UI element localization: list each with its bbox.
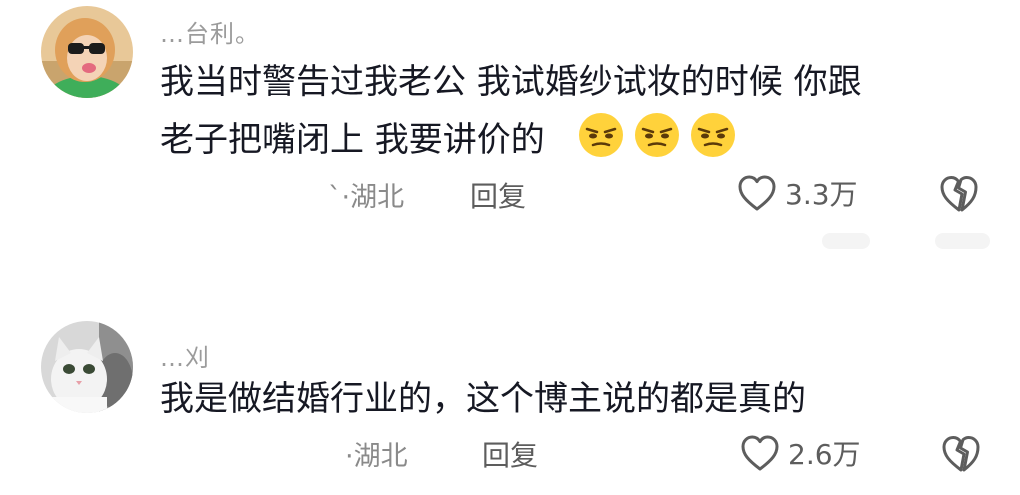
like-button[interactable]: 2.6万 <box>740 431 861 475</box>
comment-meta: ·湖北 回复 2.6万 <box>0 425 1020 475</box>
reply-button[interactable]: 回复 <box>470 175 526 215</box>
comment-text-line: 我当时警告过我老公 我试婚纱试妆的时候 你跟 <box>160 62 862 102</box>
avatar[interactable] <box>41 6 133 98</box>
comment-text: 我是做结婚行业的，这个博主说的都是真的 <box>160 370 806 428</box>
username[interactable]: …台利。 <box>160 14 260 49</box>
heart-icon <box>741 435 779 471</box>
username[interactable]: …刈 <box>160 338 210 373</box>
smirk-emoji-icon <box>578 113 623 157</box>
comment-item: …刈 我是做结婚行业的，这个博主说的都是真的 ·湖北 回复 2.6万 <box>0 318 1020 495</box>
avatar[interactable] <box>41 321 133 413</box>
smirk-emoji-icon <box>690 113 735 157</box>
comment-text-segment: 老子把嘴闭上 我要讲价的 <box>160 120 545 160</box>
like-count: 2.6万 <box>788 438 861 471</box>
broken-heart-icon[interactable] <box>938 171 980 215</box>
smirk-emoji-icon <box>634 113 679 157</box>
faded-divider <box>935 233 990 249</box>
comment-item: …台利。 我当时警告过我老公 我试婚纱试妆的时候 你跟 老子把嘴闭上 我要讲价的… <box>0 0 1020 250</box>
faded-divider <box>822 233 870 249</box>
comment-meta: `·湖北 回复 3.3万 <box>0 168 1020 218</box>
like-button[interactable]: 3.3万 <box>737 171 858 215</box>
heart-icon <box>738 175 776 211</box>
comment-text-line: 我是做结婚行业的，这个博主说的都是真的 <box>160 379 806 419</box>
like-count: 3.3万 <box>785 178 858 211</box>
broken-heart-icon[interactable] <box>940 431 982 475</box>
location-label: `·湖北 <box>328 182 405 213</box>
reply-button[interactable]: 回复 <box>482 434 538 474</box>
comment-text: 我当时警告过我老公 我试婚纱试妆的时候 你跟 老子把嘴闭上 我要讲价的 <box>160 53 862 177</box>
location-label: ·湖北 <box>345 441 408 472</box>
